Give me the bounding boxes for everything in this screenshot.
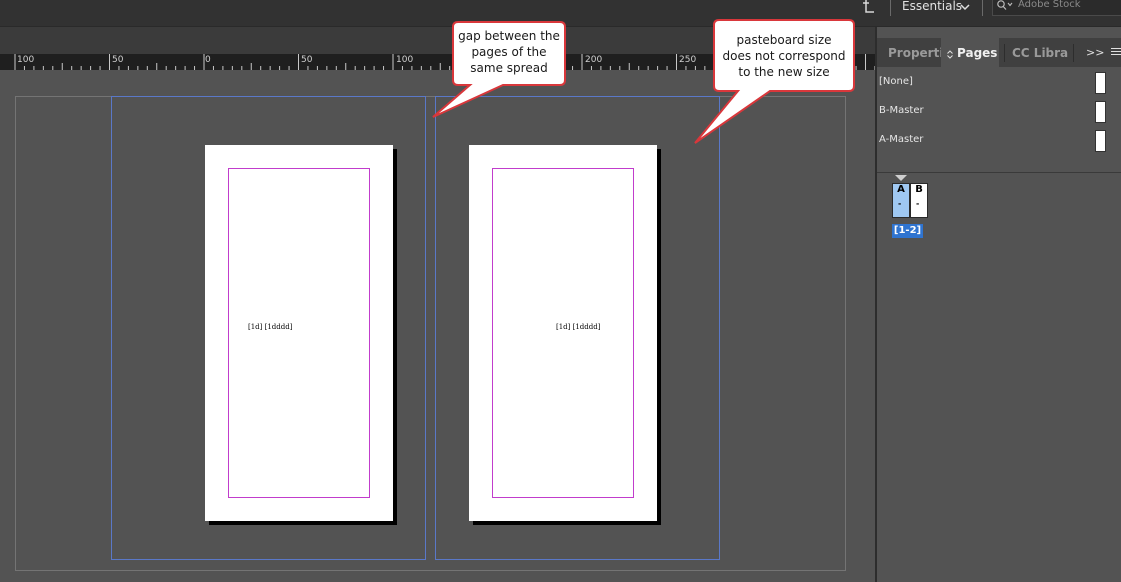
ruler-label: 250 [679, 55, 697, 65]
pages-panel [877, 38, 1121, 582]
spread-label[interactable]: [1-2] [892, 224, 923, 238]
callout-line: pages of the [471, 45, 547, 59]
page-number-dash: - [898, 199, 902, 208]
page-master-letter: A [897, 184, 905, 195]
ruler-label: 100 [396, 55, 414, 65]
right-page[interactable]: [1d] [1dddd] [469, 145, 657, 521]
ruler-label: 50 [112, 55, 124, 65]
page-master-text[interactable]: [1d] [1dddd] [556, 323, 600, 331]
share-document-icon[interactable] [863, 0, 875, 14]
workspace-switcher[interactable]: Essentials [902, 0, 962, 13]
master-thumbnail[interactable] [1095, 101, 1106, 123]
ruler-label: 200 [585, 55, 603, 65]
spread-indicator-icon [895, 175, 907, 181]
toolbar-separator [982, 0, 983, 16]
master-item-b-master[interactable]: B-Master [879, 105, 924, 116]
margin-guide [228, 168, 370, 498]
page-master-letter: B [915, 184, 923, 195]
tab-pages[interactable]: Pages [957, 46, 997, 60]
page-thumbnail-1[interactable]: A - [892, 183, 910, 218]
margin-guide [492, 168, 634, 498]
more-panels-button[interactable]: >> [1086, 46, 1104, 59]
ruler-label: 50 [301, 55, 313, 65]
callout-line: gap between the [458, 29, 560, 43]
tab-separator [1073, 44, 1074, 62]
page-number-dash: - [916, 199, 920, 208]
page-thumbnail-2[interactable]: B - [910, 183, 928, 218]
master-thumbnail[interactable] [1095, 72, 1106, 94]
chevron-down-icon[interactable] [960, 3, 970, 11]
ruler-label: 0 [205, 55, 211, 65]
stock-search-placeholder: Adobe Stock [1018, 0, 1081, 10]
callout-line: pasteboard size [736, 33, 832, 47]
callout-line: does not correspond [722, 49, 846, 63]
ruler-label: 100 [17, 55, 35, 65]
panel-menu-icon[interactable] [1111, 48, 1121, 58]
callout-line: to the new size [738, 65, 830, 79]
left-page[interactable]: [1d] [1dddd] [205, 145, 393, 521]
search-icon[interactable] [996, 0, 1014, 12]
sort-arrows-icon[interactable] [947, 50, 953, 59]
tab-properties[interactable]: Properties [888, 46, 941, 60]
callout-pasteboard-text: pasteboard size does not correspond to t… [716, 32, 852, 80]
callout-gap-text: gap between the pages of the same spread [455, 28, 563, 76]
master-thumbnail[interactable] [1095, 130, 1106, 152]
page-master-text[interactable]: [1d] [1dddd] [248, 323, 292, 331]
toolbar-separator [890, 0, 891, 16]
panel-section-divider[interactable] [877, 172, 1121, 173]
tab-cc-libraries[interactable]: CC Libraries [1012, 46, 1068, 60]
master-item-none[interactable]: [None] [879, 76, 913, 87]
master-item-a-master[interactable]: A-Master [879, 134, 923, 145]
tab-separator [1004, 44, 1005, 62]
callout-line: same spread [470, 61, 548, 75]
